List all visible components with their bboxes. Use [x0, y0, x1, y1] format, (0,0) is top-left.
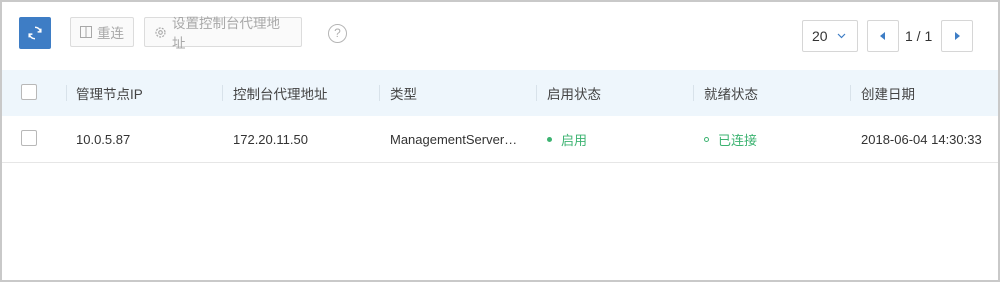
- reconnect-label: 重连: [97, 26, 124, 41]
- set-proxy-label: 设置控制台代理地址: [172, 16, 280, 51]
- page-size-value: 20: [812, 28, 828, 44]
- column-divider: [379, 85, 380, 101]
- column-divider: [222, 85, 223, 101]
- set-proxy-button[interactable]: 设置控制台代理地址: [144, 16, 302, 51]
- column-header-type[interactable]: 类型: [390, 70, 417, 116]
- page-indicator: 1 / 1: [905, 28, 933, 44]
- column-header-proxy[interactable]: 控制台代理地址: [233, 70, 328, 116]
- column-divider: [66, 85, 67, 101]
- refresh-icon: [26, 24, 44, 42]
- page-frame: 重连 设置控制台代理地址 ? 20 1 / 1 管理节点IP 控制台代理地址 类…: [0, 0, 1000, 282]
- row-checkbox[interactable]: [21, 130, 37, 146]
- select-all-checkbox[interactable]: [21, 84, 37, 100]
- help-icon[interactable]: ?: [328, 24, 347, 43]
- chevron-down-icon: [837, 33, 846, 39]
- status-ring-icon: [704, 136, 709, 142]
- next-page-button[interactable]: [941, 20, 973, 52]
- ready-state-text: 已连接: [718, 132, 758, 148]
- column-divider: [850, 85, 851, 101]
- cell-created: 2018-06-04 14:30:33: [861, 131, 982, 147]
- cell-ip: 10.0.5.87: [76, 131, 131, 147]
- column-header-created[interactable]: 创建日期: [861, 70, 915, 116]
- prev-page-button[interactable]: [867, 20, 899, 52]
- column-header-ready-state[interactable]: 就绪状态: [704, 70, 758, 116]
- reconnect-button[interactable]: 重连: [70, 17, 134, 47]
- column-header-enable-state[interactable]: 启用状态: [547, 70, 601, 116]
- refresh-button[interactable]: [19, 17, 51, 49]
- caret-right-icon: [954, 32, 960, 40]
- data-table: 管理节点IP 控制台代理地址 类型 启用状态 就绪状态 创建日期 10.0.5.…: [2, 70, 998, 163]
- status-dot-icon: [547, 136, 552, 142]
- page-size-select[interactable]: 20: [802, 20, 858, 52]
- caret-left-icon: [880, 32, 886, 40]
- column-divider: [693, 85, 694, 101]
- column-divider: [536, 85, 537, 101]
- enable-state-text: 启用: [561, 132, 588, 148]
- table-row[interactable]: 10.0.5.87 172.20.11.50 ManagementServer……: [2, 116, 998, 163]
- reconnect-icon: [80, 26, 92, 38]
- gear-icon: [154, 26, 167, 39]
- cell-proxy: 172.20.11.50: [233, 131, 308, 147]
- column-header-ip[interactable]: 管理节点IP: [76, 70, 143, 116]
- cell-enable-state: 启用: [547, 116, 587, 162]
- toolbar: 重连 设置控制台代理地址 ? 20 1 / 1: [2, 2, 998, 70]
- cell-type: ManagementServer…: [390, 131, 518, 147]
- table-header: 管理节点IP 控制台代理地址 类型 启用状态 就绪状态 创建日期: [2, 70, 998, 116]
- cell-ready-state: 已连接: [704, 116, 757, 162]
